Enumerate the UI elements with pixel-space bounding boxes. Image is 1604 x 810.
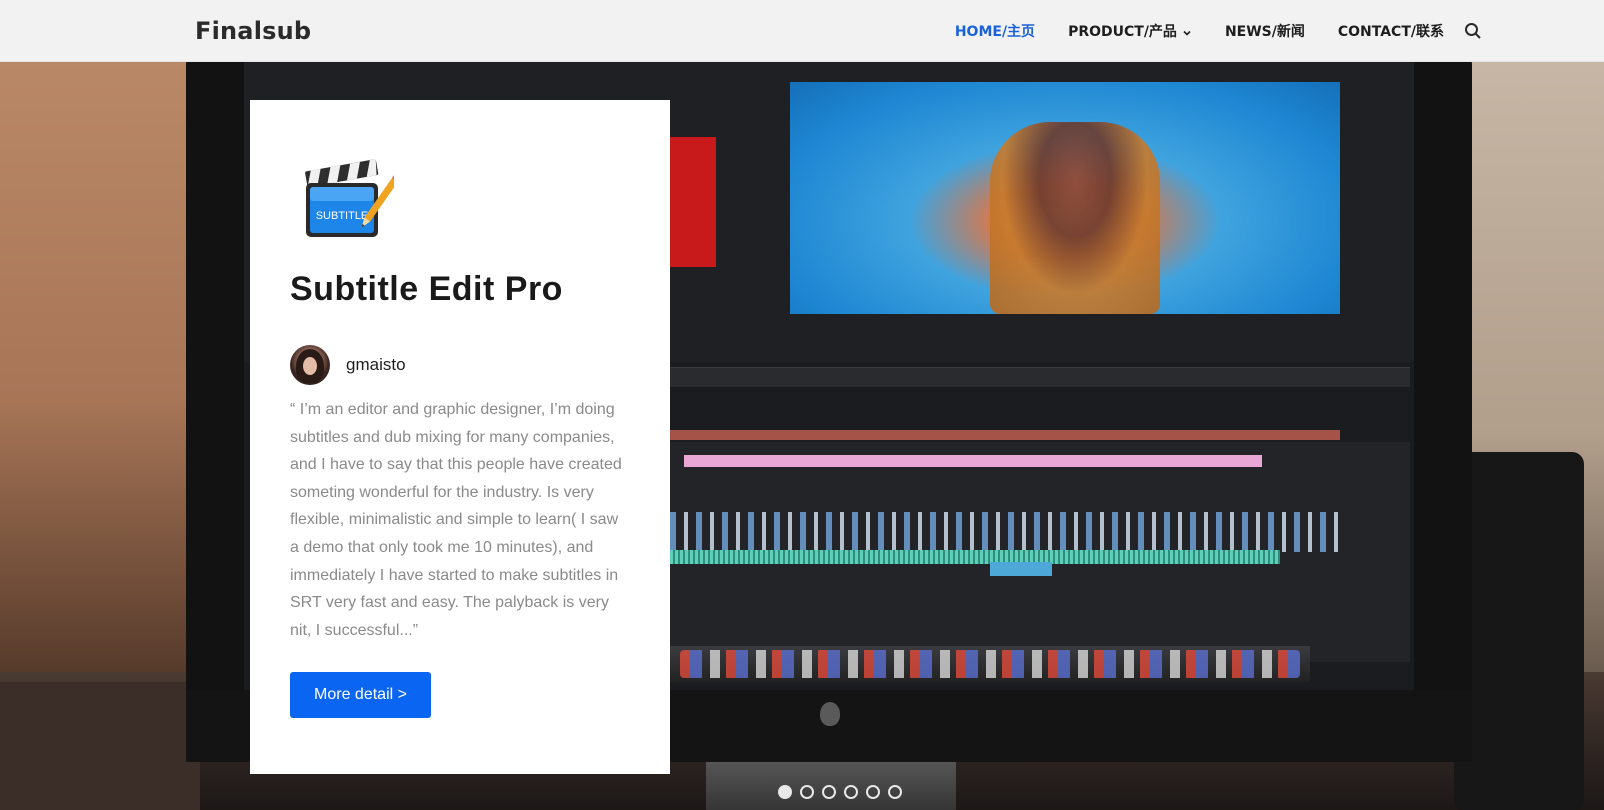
hero-slider	[0, 62, 1604, 810]
testimonial-quote: “ I’m an editor and graphic designer, I’…	[290, 401, 622, 639]
nav-item-news[interactable]: NEWS/新闻	[1225, 21, 1305, 41]
slider-pagination	[778, 785, 910, 799]
background-speaker	[1454, 452, 1584, 810]
site-header: Finalsub HOME/主页 PRODUCT/产品 NEWS/新闻 CONT…	[0, 0, 1604, 62]
editor-transport-bar	[670, 367, 1410, 387]
slider-dot-5[interactable]	[866, 785, 880, 799]
apple-logo-icon	[820, 702, 840, 726]
main-nav: HOME/主页 PRODUCT/产品 NEWS/新闻 CONTACT/联系	[922, 0, 1482, 62]
audio-clip	[990, 562, 1052, 576]
slider-dot-6[interactable]	[888, 785, 902, 799]
author-info: gmaisto	[290, 345, 406, 385]
slide-title: Subtitle Edit Pro	[290, 270, 563, 308]
chevron-down-icon	[1182, 26, 1192, 36]
nav-item-label: NEWS/新闻	[1224, 24, 1305, 40]
nav-item-product[interactable]: PRODUCT/产品	[1068, 21, 1192, 41]
author-name: gmaisto	[346, 355, 406, 374]
nav-item-label: HOME/主页	[954, 24, 1036, 40]
slide-card: SUBTITLE Subtitle Edit Pro gmaisto “ I’m…	[250, 100, 670, 774]
slider-dot-1[interactable]	[778, 785, 792, 799]
background-object	[0, 682, 200, 810]
slider-dot-4[interactable]	[844, 785, 858, 799]
adjustment-layer-clip	[684, 455, 1262, 467]
editor-preview-strip	[670, 137, 716, 267]
app-icon-text: SUBTITLE	[316, 210, 369, 222]
site-logo[interactable]: Finalsub	[195, 17, 311, 45]
clapperboard-subtitle-icon: SUBTITLE	[298, 155, 402, 245]
slider-dot-2[interactable]	[800, 785, 814, 799]
video-clips	[670, 512, 1340, 552]
slider-dot-3[interactable]	[822, 785, 836, 799]
audio-track	[670, 550, 1280, 564]
editor-ruler	[670, 430, 1340, 440]
video-subject	[990, 122, 1160, 314]
nav-item-contact[interactable]: CONTACT/联系	[1338, 21, 1444, 41]
nav-item-label: CONTACT/联系	[1337, 24, 1444, 40]
dock-icons	[680, 650, 1300, 678]
nav-item-label: PRODUCT/产品	[1068, 24, 1177, 40]
avatar	[290, 345, 330, 385]
nav-item-home[interactable]: HOME/主页	[955, 21, 1035, 41]
search-icon[interactable]	[1464, 22, 1482, 40]
more-detail-button[interactable]: More detail >	[290, 672, 431, 718]
